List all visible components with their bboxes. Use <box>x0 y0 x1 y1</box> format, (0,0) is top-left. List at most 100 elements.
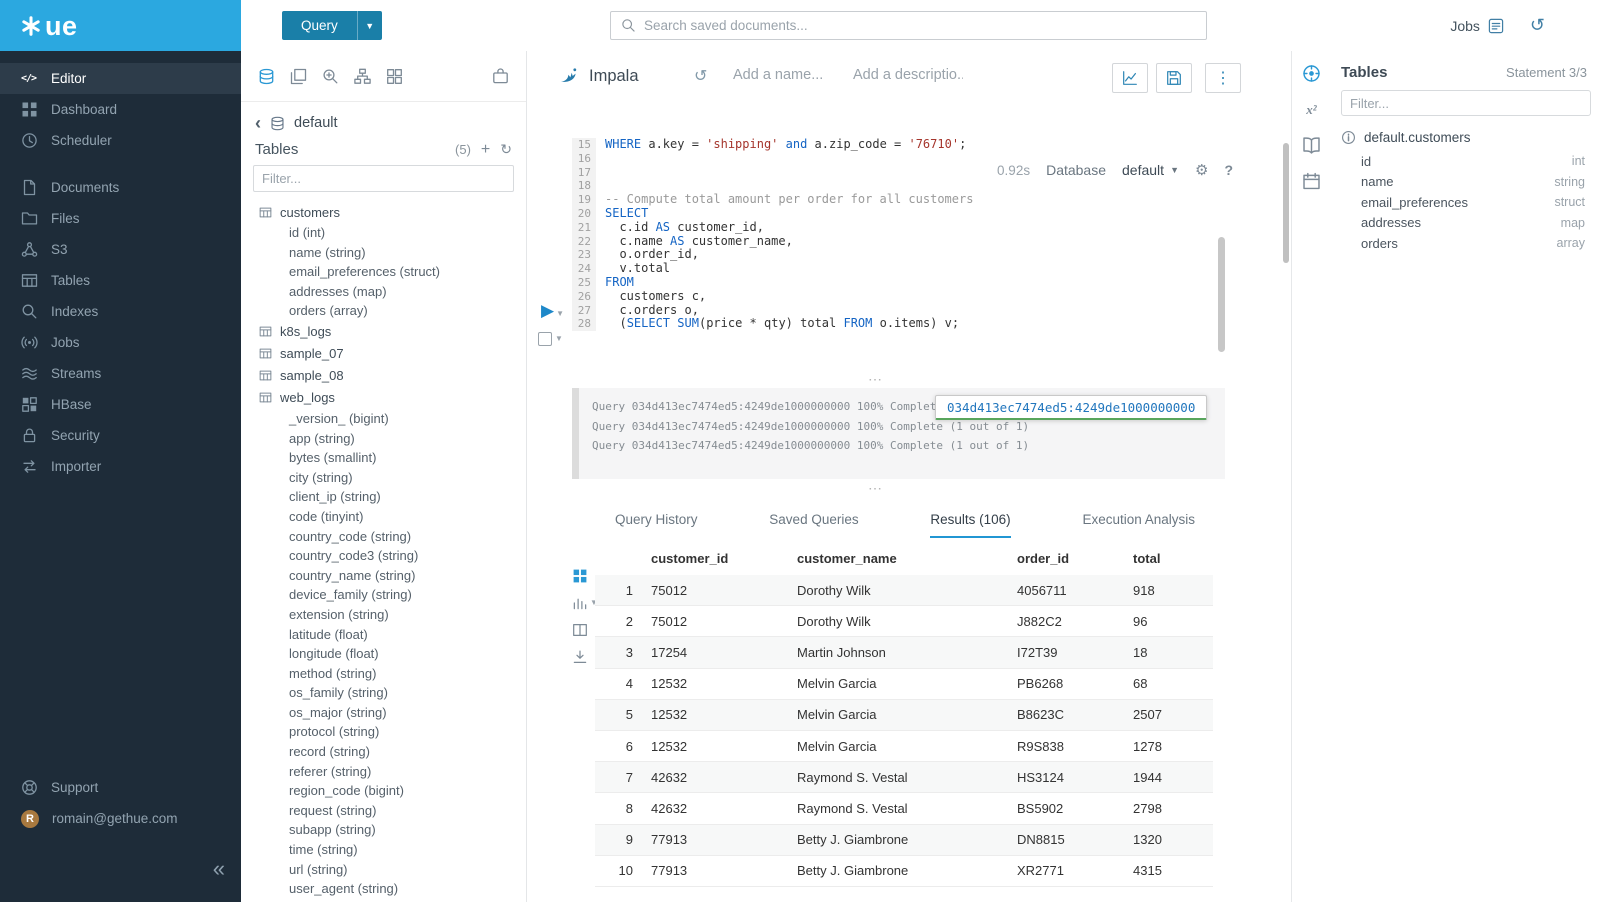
assist-column[interactable]: code (tinyint) <box>259 507 526 527</box>
hue-logo[interactable]: ue <box>0 0 241 51</box>
right-panel-filter-input[interactable] <box>1350 96 1582 111</box>
sidebar-item-user[interactable]: R romain@gethue.com <box>0 803 241 834</box>
explain-format-button[interactable]: ▼ <box>538 332 563 346</box>
code-line[interactable]: 16 <box>572 152 1221 166</box>
assist-column[interactable]: device_family (string) <box>259 585 526 605</box>
sidebar-item-documents[interactable]: Documents <box>0 172 241 203</box>
assist-column[interactable]: region_code (bigint) <box>259 781 526 801</box>
sidebar-item-scheduler[interactable]: Scheduler <box>0 125 241 156</box>
result-row[interactable]: 742632Raymond S. VestalHS31241944 <box>595 762 1213 793</box>
sidebar-item-hbase[interactable]: HBase <box>0 389 241 420</box>
result-row[interactable]: 175012Dorothy Wilk4056711918 <box>595 575 1213 606</box>
assist-column[interactable]: latitude (float) <box>259 625 526 645</box>
assist-column[interactable]: bytes (smallint) <box>259 448 526 468</box>
search-input[interactable] <box>644 18 1196 33</box>
sidebar-item-indexes[interactable]: Indexes <box>0 296 241 327</box>
code-line[interactable]: 18 <box>572 179 1221 193</box>
schema-column[interactable]: idint <box>1331 151 1601 172</box>
code-line[interactable]: 19-- Compute total amount per order for … <box>572 193 1221 207</box>
download-icon[interactable] <box>572 649 588 665</box>
code-line[interactable]: 28 (SELECT SUM(price * qty) total FROM o… <box>572 317 1221 331</box>
active-table-row[interactable]: default.customers <box>1331 125 1601 151</box>
assist-column[interactable]: referer (string) <box>259 762 526 782</box>
assist-column[interactable]: time (string) <box>259 840 526 860</box>
result-row[interactable]: 512532Melvin GarciaB8623C2507 <box>595 700 1213 731</box>
assist-filter-input[interactable] <box>262 171 505 186</box>
assist-column[interactable]: url (string) <box>259 860 526 880</box>
assist-column[interactable]: longitude (float) <box>259 644 526 664</box>
code-line[interactable]: 21 c.id AS customer_id, <box>572 221 1221 235</box>
query-name-input[interactable] <box>733 67 843 83</box>
query-description-input[interactable] <box>853 67 963 83</box>
assist-column[interactable]: os_family (string) <box>259 683 526 703</box>
assist-column[interactable]: user_agent (string) <box>259 879 526 899</box>
tab-query-history[interactable]: Query History <box>615 502 698 538</box>
result-row[interactable]: 612532Melvin GarciaR9S8381278 <box>595 731 1213 762</box>
sidebar-item-streams[interactable]: Streams <box>0 358 241 389</box>
columns-icon[interactable] <box>572 622 588 638</box>
assist-column[interactable]: city (string) <box>259 468 526 488</box>
assist-column[interactable]: app (string) <box>259 429 526 449</box>
assist-column[interactable]: name (string) <box>259 243 526 263</box>
sql-editor[interactable]: 15WHERE a.key = 'shipping' and a.zip_cod… <box>572 138 1221 331</box>
help-icon[interactable]: ? <box>1224 162 1233 178</box>
functions-icon[interactable]: x² <box>1302 100 1321 119</box>
query-history-icon[interactable]: ↺ <box>694 66 707 86</box>
result-row[interactable]: 317254Martin JohnsonI72T3918 <box>595 637 1213 668</box>
tab-execution-analysis[interactable]: Execution Analysis <box>1082 502 1195 538</box>
language-reference-icon[interactable] <box>1302 136 1321 155</box>
assist-column[interactable]: protocol (string) <box>259 722 526 742</box>
refresh-icon[interactable]: ↻ <box>500 141 512 158</box>
code-line[interactable]: 17 <box>572 166 1221 180</box>
chart-button[interactable] <box>1112 63 1148 93</box>
add-table-icon[interactable]: + <box>481 143 490 157</box>
assist-column[interactable]: country_code (string) <box>259 527 526 547</box>
results-resize-handle[interactable]: ⋯ <box>527 484 1225 496</box>
assist-table[interactable]: sample_07 <box>259 343 526 365</box>
query-id-tooltip[interactable]: 034d413ec7474ed5:4249de1000000000 <box>935 395 1207 420</box>
assist-column[interactable]: os_major (string) <box>259 703 526 723</box>
assist-column[interactable]: country_name (string) <box>259 566 526 586</box>
databases-icon[interactable] <box>258 68 275 85</box>
assist-column[interactable]: addresses (map) <box>259 282 526 302</box>
assist-column[interactable]: email_preferences (struct) <box>259 262 526 282</box>
assist-table[interactable]: customers <box>259 201 526 223</box>
jobs-link[interactable]: Jobs <box>1450 18 1504 34</box>
assist-column[interactable]: extension (string) <box>259 605 526 625</box>
back-chevron-icon[interactable]: ‹ <box>255 115 261 131</box>
result-row[interactable]: 275012Dorothy WilkJ882C296 <box>595 606 1213 637</box>
assist-column[interactable]: subapp (string) <box>259 820 526 840</box>
code-line[interactable]: 25FROM <box>572 276 1221 290</box>
sidebar-item-editor[interactable]: </>Editor <box>0 63 241 94</box>
save-button[interactable] <box>1156 63 1192 93</box>
assist-table[interactable]: k8s_logs <box>259 321 526 343</box>
apps-icon[interactable] <box>386 68 403 85</box>
new-query-button[interactable]: Query ▼ <box>282 11 382 40</box>
bag-icon[interactable] <box>492 68 509 85</box>
editor-resize-handle[interactable]: ⋯ <box>527 375 1225 387</box>
result-row[interactable]: 977913Betty J. GiambroneDN88151320 <box>595 825 1213 856</box>
sidebar-item-dashboard[interactable]: Dashboard <box>0 94 241 125</box>
schema-column[interactable]: namestring <box>1331 172 1601 193</box>
assist-column[interactable]: _version_ (bigint) <box>259 409 526 429</box>
result-row[interactable]: 412532Melvin GarciaPB626868 <box>595 669 1213 700</box>
sidebar-item-files[interactable]: Files <box>0 203 241 234</box>
sidebar-item-security[interactable]: Security <box>0 420 241 451</box>
sidebar-item-importer[interactable]: Importer <box>0 451 241 482</box>
sidebar-item-s3[interactable]: S3 <box>0 234 241 265</box>
copy-documents-icon[interactable] <box>290 68 307 85</box>
sidebar-collapse-button[interactable]: « <box>213 858 225 880</box>
assist-column[interactable]: orders (array) <box>259 301 526 321</box>
assist-table[interactable]: web_logs <box>259 387 526 409</box>
schedule-icon[interactable] <box>1302 172 1321 191</box>
assist-column[interactable]: country_code3 (string) <box>259 546 526 566</box>
more-actions-button[interactable]: ⋮ <box>1205 63 1241 93</box>
chevron-down-icon[interactable]: ▼ <box>357 11 382 40</box>
sitemap-icon[interactable] <box>354 68 371 85</box>
schema-column[interactable]: addressesmap <box>1331 213 1601 234</box>
result-row[interactable]: 842632Raymond S. VestalBS59022798 <box>595 793 1213 824</box>
code-line[interactable]: 26 customers c, <box>572 290 1221 304</box>
schema-column[interactable]: email_preferencesstruct <box>1331 192 1601 213</box>
code-line[interactable]: 27 c.orders o, <box>572 304 1221 318</box>
sidebar-item-support[interactable]: Support <box>0 772 241 803</box>
